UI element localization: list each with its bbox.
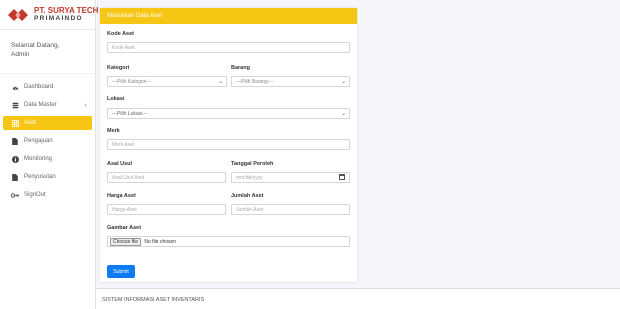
user-role: Admin <box>11 50 30 58</box>
sidebar: PT. SURYA TECH PRIMAINDO Selamat Datang,… <box>0 0 99 309</box>
sidebar-item-dashboard[interactable]: Dashboard <box>0 80 95 94</box>
barang-label: Barang <box>231 65 250 71</box>
info-icon <box>11 155 19 163</box>
chevron-down-icon: ⌄ <box>340 79 346 85</box>
barang-selected: ---Pilih Barang--- <box>236 79 273 85</box>
signout-icon <box>11 191 19 199</box>
merk-label: Merk <box>107 128 120 134</box>
footer-text: SISTEM INFORMASI ASET INVENTARIS <box>102 297 205 303</box>
brand-name-line2: PRIMAINDO <box>34 14 83 22</box>
sidebar-item-label: Penyusutan <box>24 174 56 180</box>
file-icon <box>11 137 19 145</box>
user-panel: Selamat Datang, Admin <box>0 30 95 74</box>
asal-usul-placeholder: Asal Usul Aset <box>112 175 145 181</box>
card-header: Masukkan Data Aset <box>100 8 357 24</box>
harga-aset-placeholder: Harga Aset <box>112 207 137 213</box>
footer: SISTEM INFORMASI ASET INVENTARIS <box>96 288 620 309</box>
sidebar-nav: Dashboard Data Master ‹ Aset Pengajuan M… <box>0 74 95 202</box>
sidebar-item-label: Aset <box>24 120 37 126</box>
tanggal-peroleh-placeholder: mm/dd/yyyy <box>236 175 263 181</box>
choose-file-button[interactable]: Choose file <box>110 238 142 246</box>
sidebar-item-label: Monitoring <box>24 156 53 162</box>
sidebar-item-label: Data Master <box>24 102 57 108</box>
asal-usul-input[interactable]: Asal Usul Aset <box>107 172 226 183</box>
dashboard-icon <box>11 83 19 91</box>
asal-usul-label: Asal Usul <box>107 161 133 167</box>
barang-select[interactable]: ---Pilih Barang--- ⌄ <box>231 76 350 87</box>
jumlah-aset-input[interactable]: Jumlah Aset <box>231 204 350 215</box>
user-greeting: Selamat Datang, <box>11 42 60 49</box>
chevron-left-icon: ‹ <box>84 101 87 109</box>
sidebar-item-penyusutan[interactable]: Penyusutan <box>0 170 95 184</box>
sidebar-item-label: SignOut <box>24 192 46 198</box>
lokasi-select[interactable]: ---Pilih Lokasi--- ⌄ <box>107 108 350 119</box>
file-icon <box>11 173 19 181</box>
lokasi-label: Lokasi <box>107 96 125 102</box>
harga-aset-input[interactable]: Harga Aset <box>107 204 226 215</box>
sidebar-item-data-master[interactable]: Data Master ‹ <box>0 98 95 112</box>
gambar-aset-label: Gambar Aset <box>107 225 142 231</box>
jumlah-aset-label: Jumlah Aset <box>231 193 264 199</box>
kategori-selected: ---Pilih Kategori--- <box>112 79 152 85</box>
sidebar-item-label: Pengajuan <box>24 138 53 144</box>
asset-form-card: Masukkan Data Aset Kode Aset Kode Aset K… <box>100 8 357 282</box>
gambar-aset-file-input[interactable]: Choose file No file chosen <box>107 236 350 247</box>
tanggal-peroleh-input[interactable]: mm/dd/yyyy <box>231 172 350 183</box>
merk-input[interactable]: Merk Aset <box>107 139 350 150</box>
kategori-label: Kategori <box>107 65 130 71</box>
lokasi-selected: ---Pilih Lokasi--- <box>112 111 148 117</box>
chevron-down-icon: ⌄ <box>340 111 346 117</box>
harga-aset-label: Harga Aset <box>107 193 136 199</box>
sidebar-item-monitoring[interactable]: Monitoring <box>0 152 95 166</box>
brand[interactable]: PT. SURYA TECH PRIMAINDO <box>0 0 99 30</box>
sidebar-item-aset[interactable]: Aset <box>3 116 92 130</box>
table-icon <box>11 119 19 127</box>
merk-placeholder: Merk Aset <box>112 142 135 148</box>
tanggal-peroleh-label: Tanggal Peroleh <box>231 161 274 167</box>
kode-aset-placeholder: Kode Aset <box>112 45 135 51</box>
brand-name-line1: PT. SURYA TECH <box>34 5 99 15</box>
submit-button[interactable]: Submit <box>107 265 135 278</box>
sidebar-item-signout[interactable]: SignOut <box>0 188 95 202</box>
chevron-down-icon: ⌄ <box>217 79 223 85</box>
kode-aset-label: Kode Aset <box>107 31 134 37</box>
brand-name: PT. SURYA TECH PRIMAINDO <box>34 5 99 23</box>
jumlah-aset-placeholder: Jumlah Aset <box>236 207 264 213</box>
company-logo <box>6 5 30 25</box>
kategori-select[interactable]: ---Pilih Kategori--- ⌄ <box>107 76 227 87</box>
sidebar-item-label: Dashboard <box>24 84 54 90</box>
calendar-icon[interactable] <box>339 174 345 180</box>
kode-aset-input[interactable]: Kode Aset <box>107 42 350 53</box>
database-icon <box>11 101 19 109</box>
sidebar-item-pengajuan[interactable]: Pengajuan <box>0 134 95 148</box>
file-status: No file chosen <box>144 239 177 245</box>
